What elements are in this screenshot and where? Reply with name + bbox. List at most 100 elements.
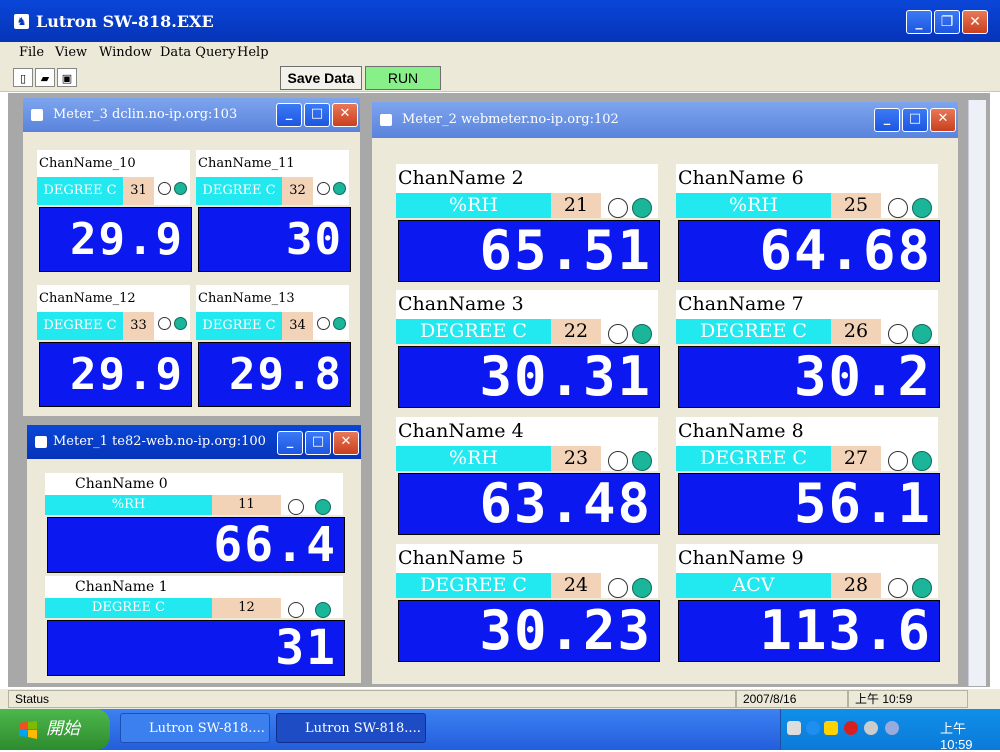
channel-unit: DEGREE C [676, 319, 831, 344]
maximize-icon[interactable]: ❐ [934, 10, 960, 34]
minimize-icon[interactable]: _ [906, 10, 932, 34]
menu-data-query[interactable]: Data Query [160, 45, 236, 60]
start-button[interactable]: 開始 [0, 709, 110, 750]
led-on-icon [333, 182, 346, 195]
status-leds [601, 446, 658, 471]
meter1-title: Meter_1 te82-web.no-ip.org:100 [53, 434, 266, 449]
channel-name: ChanName_10 [37, 150, 190, 177]
tray-icon[interactable] [824, 721, 838, 735]
save-data-button[interactable]: Save Data [280, 66, 362, 90]
channel-unit: %RH [676, 193, 831, 218]
vertical-scrollbar[interactable] [968, 100, 986, 686]
reading-display: 113.6 [676, 598, 942, 664]
meter3-title-bar[interactable]: Meter_3 dclin.no-ip.org:103 _ □ ✕ [23, 98, 360, 132]
channel-panel: ChanName 1 DEGREE C 12 31 [45, 576, 347, 678]
channel-panel: ChanName_11 DEGREE C 32 30 [196, 150, 353, 274]
channel-unit: DEGREE C [396, 573, 551, 598]
channel-panel: ChanName 3 DEGREE C 22 30.31 [396, 290, 662, 410]
led-off-icon [888, 578, 908, 598]
reading-value: 66.4 [213, 517, 337, 573]
meter2-title-bar[interactable]: Meter_2 webmeter.no-ip.org:102 _ □ ✕ [372, 102, 958, 138]
tray-icon[interactable] [787, 721, 801, 735]
reading-value: 30.23 [479, 599, 652, 662]
channel-unit: %RH [396, 193, 551, 218]
led-on-icon [912, 578, 932, 598]
led-off-icon [158, 182, 171, 195]
channel-name: ChanName 3 [396, 290, 658, 319]
meter2-window[interactable]: Meter_2 webmeter.no-ip.org:102 _ □ ✕ Cha… [372, 102, 958, 684]
reading-value: 30.31 [479, 345, 652, 408]
channel-number: 32 [282, 177, 313, 205]
reading-display: 30.23 [396, 598, 662, 664]
menu-bar: File View Window Data Query Help [0, 42, 1000, 64]
led-off-icon [608, 324, 628, 344]
menu-window[interactable]: Window [99, 45, 152, 60]
meter1-window[interactable]: Meter_1 te82-web.no-ip.org:100 _ □ ✕ Cha… [27, 425, 361, 683]
reading-value: 29.9 [70, 349, 184, 400]
channel-unit: DEGREE C [196, 312, 282, 340]
led-off-icon [608, 578, 628, 598]
status-text: Status [8, 690, 736, 708]
minimize-icon[interactable]: _ [277, 431, 303, 455]
window-icon [31, 109, 43, 121]
close-icon[interactable]: ✕ [332, 103, 358, 127]
open-folder-icon[interactable]: ▰ [35, 68, 55, 87]
menu-file[interactable]: File [19, 45, 44, 60]
channel-unit: %RH [396, 446, 551, 471]
clock: 上午 10:59 [940, 721, 973, 752]
channel-number: 23 [551, 446, 601, 471]
channel-panel: ChanName 0 %RH 11 66.4 [45, 473, 347, 575]
channel-name: ChanName 1 [45, 576, 343, 598]
led-on-icon [632, 198, 652, 218]
main-title-bar[interactable]: ♞ Lutron SW-818.EXE _ ❐ ✕ [0, 0, 1000, 42]
menu-view[interactable]: View [55, 45, 87, 60]
tray-icon[interactable] [864, 721, 878, 735]
task-button-1[interactable]: Lutron SW-818.... [120, 713, 270, 743]
channel-number: 11 [212, 495, 281, 515]
led-on-icon [315, 499, 331, 515]
channel-unit: DEGREE C [37, 312, 123, 340]
led-off-icon [288, 602, 304, 618]
reading-display: 31 [45, 618, 347, 678]
led-on-icon [912, 324, 932, 344]
tray-icon[interactable] [885, 721, 899, 735]
close-icon[interactable]: ✕ [962, 10, 988, 34]
channel-panel: ChanName_13 DEGREE C 34 29.8 [196, 285, 353, 409]
task-button-2[interactable]: Lutron SW-818.... [276, 713, 426, 743]
run-button[interactable]: RUN [365, 66, 441, 90]
reading-display: 30.31 [396, 344, 662, 410]
led-off-icon [608, 451, 628, 471]
meter3-window[interactable]: Meter_3 dclin.no-ip.org:103 _ □ ✕ ChanNa… [23, 98, 360, 416]
maximize-icon[interactable]: □ [305, 431, 331, 455]
tray-icon[interactable] [806, 721, 820, 735]
tray-icon[interactable] [844, 721, 858, 735]
reading-value: 30 [286, 214, 343, 265]
reading-display: 29.8 [196, 340, 353, 409]
reading-display: 30 [196, 205, 353, 274]
reading-display: 29.9 [37, 340, 194, 409]
channel-number: 26 [831, 319, 881, 344]
minimize-icon[interactable]: _ [874, 108, 900, 132]
channel-panel: ChanName 6 %RH 25 64.68 [676, 164, 942, 284]
channel-panel: ChanName_10 DEGREE C 31 29.9 [37, 150, 194, 274]
led-off-icon [317, 182, 330, 195]
new-file-icon[interactable]: ▯ [13, 68, 33, 87]
maximize-icon[interactable]: □ [304, 103, 330, 127]
led-off-icon [158, 317, 171, 330]
window-icon [380, 114, 392, 126]
menu-help[interactable]: Help [237, 45, 269, 60]
close-icon[interactable]: ✕ [930, 108, 956, 132]
led-on-icon [174, 182, 187, 195]
reading-value: 64.68 [759, 219, 932, 282]
close-icon[interactable]: ✕ [333, 431, 359, 455]
app-icon: ♞ [14, 14, 29, 29]
reading-value: 56.1 [793, 472, 932, 535]
meter1-title-bar[interactable]: Meter_1 te82-web.no-ip.org:100 _ □ ✕ [27, 425, 361, 459]
save-disk-icon[interactable]: ▣ [57, 68, 77, 87]
led-on-icon [315, 602, 331, 618]
minimize-icon[interactable]: _ [276, 103, 302, 127]
status-leds [881, 319, 938, 344]
channel-panel: ChanName 5 DEGREE C 24 30.23 [396, 544, 662, 664]
window-icon [35, 436, 47, 448]
maximize-icon[interactable]: □ [902, 108, 928, 132]
